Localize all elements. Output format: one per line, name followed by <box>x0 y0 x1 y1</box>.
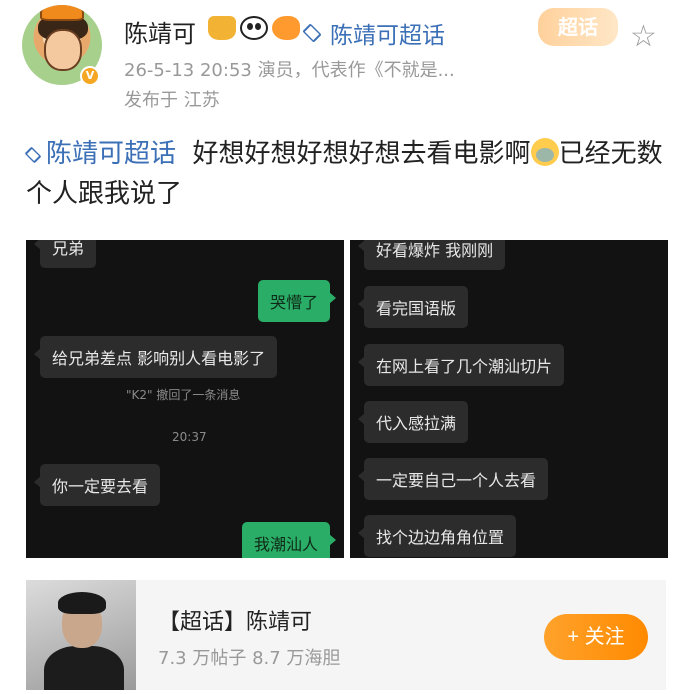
chat-screenshot-left[interactable]: 兄弟 哭懵了 给兄弟差点 影响别人看电影了 "K2" 撤回了一条消息 20:37… <box>26 240 344 558</box>
crying-face-icon <box>530 138 559 166</box>
supertopic-link[interactable]: 陈靖可超话 <box>302 16 445 50</box>
supertopic-tag[interactable]: 超话 <box>538 8 618 46</box>
chat-bubble-received: 代入感拉满 <box>357 401 469 443</box>
chat-bubble-received: 看完国语版 <box>357 286 469 328</box>
pufferfish-icon <box>272 16 300 40</box>
chat-bubble-received: 给兄弟差点 影响别人看电影了 <box>33 336 278 378</box>
post-meta: 26-5-13 20:53 演员，代表作《不就是... <box>124 60 455 81</box>
chat-bubble-sent: 哭懵了 <box>257 280 337 322</box>
panda-icon <box>240 16 268 40</box>
post-header: V 陈靖可 陈靖可超话 超话 ☆ 26-5-13 20:53 演员，代表作《不就… <box>0 0 690 118</box>
recall-notice: "K2" 撤回了一条消息 <box>126 388 241 402</box>
avatar-tiger-hat <box>40 5 84 21</box>
supertopic-link-label: 陈靖可超话 <box>330 23 445 49</box>
diamond-icon <box>24 146 42 164</box>
chat-bubble-received: 好看爆炸 我刚刚 <box>357 240 506 270</box>
username[interactable]: 陈靖可 <box>124 14 196 49</box>
crown-icon <box>208 16 236 40</box>
emoji-badges <box>208 16 300 40</box>
supertopic-card[interactable]: 【超话】陈靖可 7.3 万帖子 8.7 万海胆 + 关注 <box>26 580 666 690</box>
post-body-part1: 好想好想好想好想去看电影啊 <box>192 139 531 169</box>
diamond-icon <box>302 23 322 43</box>
hashtag-label: 陈靖可超话 <box>46 139 177 169</box>
verified-badge-icon: V <box>80 66 100 86</box>
follow-button[interactable]: + 关注 <box>544 614 648 660</box>
post-location: 发布于 江苏 <box>124 90 220 111</box>
chat-screenshot-right[interactable]: 好看爆炸 我刚刚 看完国语版 在网上看了几个潮汕切片 代入感拉满 一定要自己一个… <box>350 240 668 558</box>
cover-hair <box>58 592 106 614</box>
chat-bubble-received: 兄弟 <box>33 240 97 268</box>
chat-bubble-received: 在网上看了几个潮汕切片 <box>357 344 565 386</box>
supertopic-cover-image <box>26 580 136 690</box>
chat-bubble-received: 一定要自己一个人去看 <box>357 458 549 500</box>
chat-bubble-sent: 我潮汕人 <box>241 522 337 558</box>
cover-body <box>44 646 124 690</box>
supertopic-stats: 7.3 万帖子 8.7 万海胆 <box>158 648 341 669</box>
chat-bubble-received: 你一定要去看 <box>33 464 161 506</box>
chat-bubble-received: 找个边边角角位置 <box>357 515 517 557</box>
supertopic-title: 【超话】陈靖可 <box>158 610 313 635</box>
avatar-face <box>44 29 82 71</box>
favorite-star-icon[interactable]: ☆ <box>630 22 664 56</box>
chat-timestamp: 20:37 <box>172 430 207 444</box>
post-text: 陈靖可超话 好想好想好想好想去看电影啊 已经无数个人跟我说了 <box>24 134 676 214</box>
hashtag-link[interactable]: 陈靖可超话 <box>24 139 177 169</box>
